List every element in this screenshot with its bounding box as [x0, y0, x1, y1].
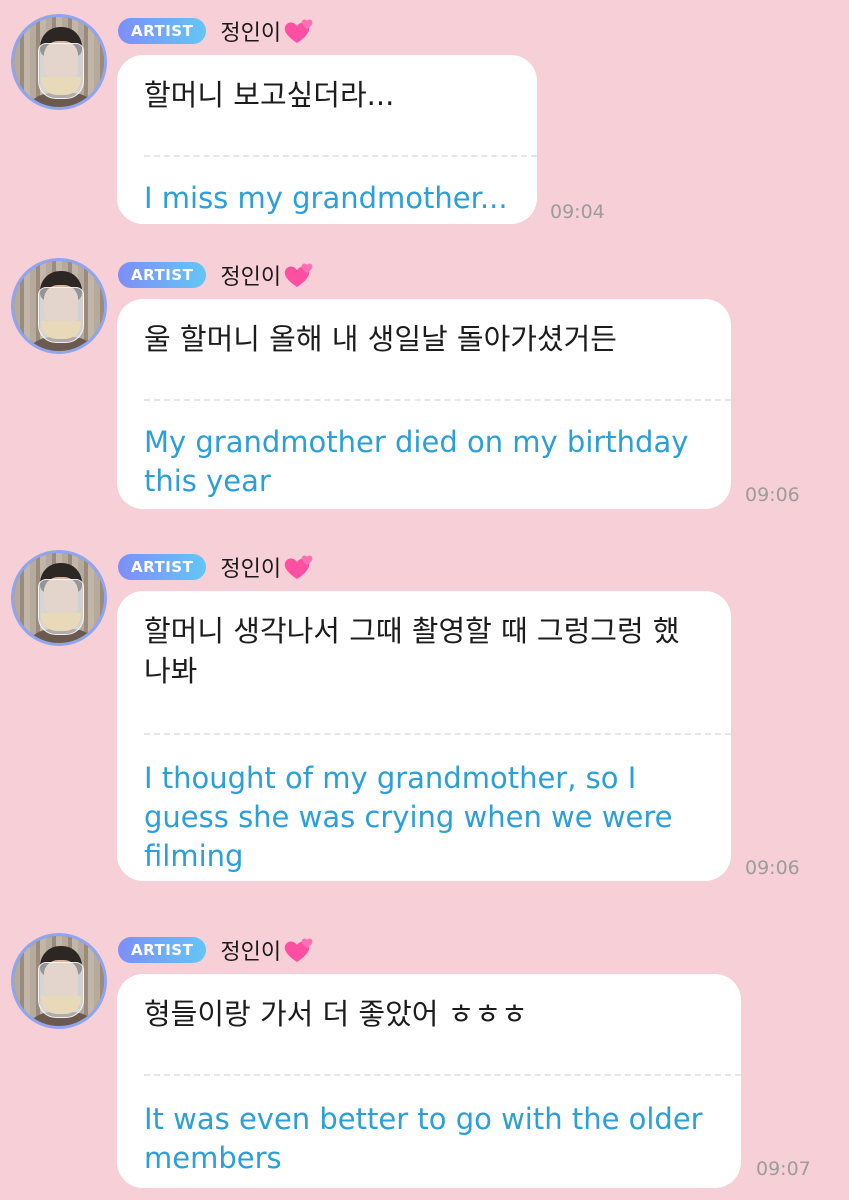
original-message-text: 형들이랑 가서 더 좋았어 ㅎㅎㅎ [144, 997, 528, 1031]
message-timestamp: 09:04 [550, 201, 605, 223]
translated-message-text: I thought of my grandmother, so I guess … [144, 761, 673, 873]
message-timestamp: 09:06 [745, 857, 800, 879]
two-hearts-icon [283, 17, 315, 45]
message-bubble[interactable]: 할머니 생각나서 그때 촬영할 때 그렁그렁 했 나봐 I thought of… [117, 591, 731, 881]
artist-badge: ARTIST [118, 262, 207, 288]
message-timestamp: 09:06 [745, 484, 800, 506]
message-bubble[interactable]: 울 할머니 올해 내 생일날 돌아가셨거든 My grandmother die… [117, 299, 731, 509]
chat-message: ARTIST 정인이 형들이랑 가서 더 좋았어 ㅎㅎㅎ It was even… [0, 919, 849, 1200]
sender-name: 정인이 [220, 557, 282, 582]
message-header: ARTIST 정인이 [118, 17, 315, 46]
message-bubble[interactable]: 형들이랑 가서 더 좋았어 ㅎㅎㅎ It was even better to … [117, 974, 741, 1188]
two-hearts-icon [283, 553, 315, 581]
original-message-text: 울 할머니 올해 내 생일날 돌아가셨거든 [144, 322, 617, 356]
sender-name: 정인이 [220, 21, 282, 46]
original-message-text: 할머니 보고싶더라... [144, 78, 395, 112]
artist-badge: ARTIST [118, 554, 207, 580]
artist-avatar[interactable] [11, 550, 107, 646]
two-hearts-icon [283, 936, 315, 964]
translated-message-text: I miss my grandmother... [144, 181, 508, 215]
message-header: ARTIST 정인이 [118, 261, 315, 290]
message-header: ARTIST 정인이 [118, 936, 315, 965]
chat-message: ARTIST 정인이 할머니 생각나서 그때 촬영할 때 그렁그렁 했 나봐 I… [0, 536, 849, 906]
artist-avatar[interactable] [11, 14, 107, 110]
chat-message: ARTIST 정인이 할머니 보고싶더라... I miss my grandm… [0, 0, 849, 240]
artist-avatar[interactable] [11, 933, 107, 1029]
original-message-text: 할머니 생각나서 그때 촬영할 때 그렁그렁 했 나봐 [144, 614, 680, 688]
artist-badge: ARTIST [118, 937, 207, 963]
message-header: ARTIST 정인이 [118, 553, 315, 582]
artist-avatar[interactable] [11, 258, 107, 354]
two-hearts-icon [283, 261, 315, 289]
message-bubble[interactable]: 할머니 보고싶더라... I miss my grandmother... [117, 55, 537, 224]
artist-badge: ARTIST [118, 18, 207, 44]
sender-name: 정인이 [220, 265, 282, 290]
translated-message-text: My grandmother died on my birthday this … [144, 425, 689, 498]
sender-name: 정인이 [220, 940, 282, 965]
message-timestamp: 09:07 [756, 1158, 811, 1180]
chat-message: ARTIST 정인이 울 할머니 올해 내 생일날 돌아가셨거든 My gran… [0, 244, 849, 524]
translated-message-text: It was even better to go with the older … [144, 1102, 703, 1175]
